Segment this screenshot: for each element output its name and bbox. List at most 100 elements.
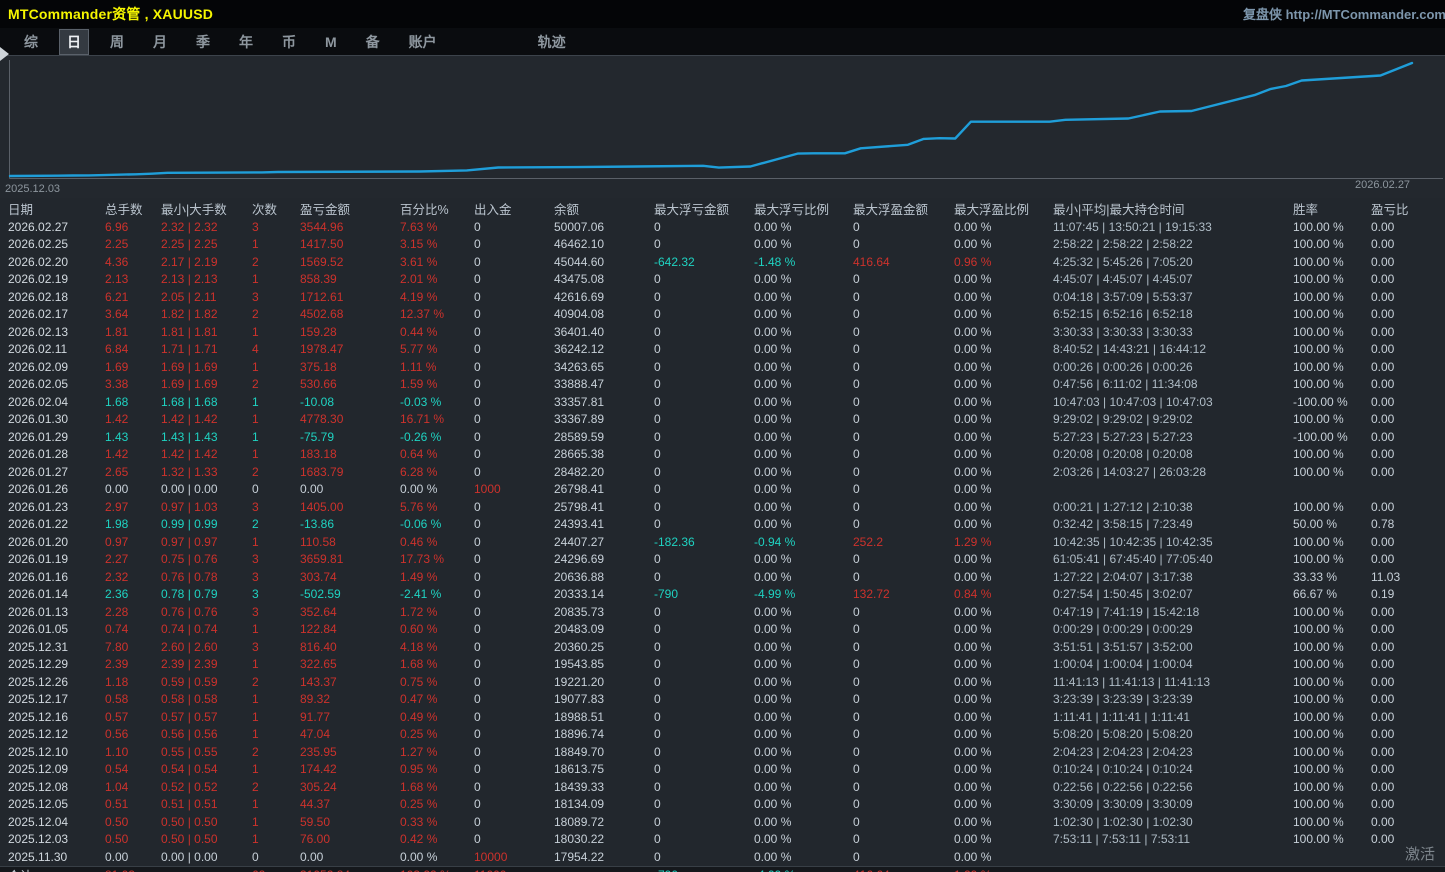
table-row[interactable]: 2025.12.08 1.04 0.52 | 0.52 2 305.24 1.68 % 0 1… bbox=[0, 778, 1445, 796]
table-row[interactable]: 2026.01.23 2.97 0.97 | 1.03 3 1405.00 5.76 % 0… bbox=[0, 498, 1445, 516]
column-header-6[interactable]: 出入金 bbox=[474, 199, 554, 218]
column-header-1[interactable]: 总手数 bbox=[105, 199, 161, 218]
table-row[interactable]: 2026.02.18 6.21 2.05 | 2.11 3 1712.61 4.19 % 0… bbox=[0, 288, 1445, 306]
menu-tab-月[interactable]: 月 bbox=[145, 29, 175, 55]
menu-tab-日[interactable]: 日 bbox=[59, 28, 89, 55]
menu-tab-账户[interactable]: 账户 bbox=[401, 29, 445, 55]
menu-tab-M[interactable]: M bbox=[317, 31, 345, 53]
table-row[interactable]: 2025.12.16 0.57 0.57 | 0.57 1 91.77 0.49 % 0 18… bbox=[0, 708, 1445, 726]
column-header-13[interactable]: 胜率 bbox=[1293, 199, 1371, 218]
cell-13: 100.00 % bbox=[1293, 674, 1344, 689]
cell-8: 0 bbox=[654, 429, 661, 444]
cell-2: 1.68 | 1.68 bbox=[161, 394, 218, 409]
table-row[interactable]: 2025.12.29 2.39 2.39 | 2.39 1 322.65 1.68 % 0 1… bbox=[0, 656, 1445, 674]
table-row[interactable]: 2026.01.28 1.42 1.42 | 1.42 1 183.18 0.64 % 0 2… bbox=[0, 446, 1445, 464]
table-row[interactable]: 2026.01.22 1.98 0.99 | 0.99 2 -13.86 -0.06 % 0… bbox=[0, 516, 1445, 534]
table-row[interactable]: 2026.02.04 1.68 1.68 | 1.68 1 -10.08 -0.03 % 0… bbox=[0, 393, 1445, 411]
cell-1: 3.64 bbox=[105, 307, 129, 322]
column-header-7[interactable]: 余额 bbox=[554, 199, 654, 218]
column-header-14[interactable]: 盈亏比 bbox=[1371, 199, 1443, 218]
table-row[interactable]: 2026.02.05 3.38 1.69 | 1.69 2 530.66 1.59 % 0 3… bbox=[0, 376, 1445, 394]
cell-3: 3 bbox=[252, 552, 259, 567]
menu-tab-综[interactable]: 综 bbox=[16, 29, 46, 55]
table-row[interactable]: 2026.01.05 0.74 0.74 | 0.74 1 122.84 0.60 % 0 2… bbox=[0, 621, 1445, 639]
table-row[interactable]: 2026.02.19 2.13 2.13 | 2.13 1 858.39 2.01 % 0 4… bbox=[0, 271, 1445, 289]
menu-tab-备[interactable]: 备 bbox=[358, 29, 388, 55]
table-row[interactable]: 2025.12.26 1.18 0.59 | 0.59 2 143.37 0.75 % 0 1… bbox=[0, 673, 1445, 691]
cell-2: 2.13 | 2.13 bbox=[161, 272, 218, 287]
table-row[interactable]: 2026.02.25 2.25 2.25 | 2.25 1 1417.50 3.15 % 0… bbox=[0, 236, 1445, 254]
panel-collapse-arrow-icon[interactable] bbox=[0, 47, 9, 61]
table-row[interactable]: 2025.12.03 0.50 0.50 | 0.50 1 76.00 0.42 % 0 18… bbox=[0, 831, 1445, 849]
menu-tab-周[interactable]: 周 bbox=[102, 29, 132, 55]
equity-chart bbox=[8, 60, 1443, 179]
table-row[interactable]: 2025.12.10 1.10 0.55 | 0.55 2 235.95 1.27 % 0 1… bbox=[0, 743, 1445, 761]
table-row[interactable]: 2025.12.09 0.54 0.54 | 0.54 1 174.42 0.95 % 0 1… bbox=[0, 761, 1445, 779]
table-row[interactable]: 2025.12.04 0.50 0.50 | 0.50 1 59.50 0.33 % 0 18… bbox=[0, 813, 1445, 831]
column-header-3[interactable]: 次数 bbox=[252, 199, 300, 218]
column-header-0[interactable]: 日期 bbox=[8, 199, 105, 218]
table-row[interactable]: 2026.02.13 1.81 1.81 | 1.81 1 159.28 0.44 % 0 3… bbox=[0, 323, 1445, 341]
table-row[interactable]: 2026.02.17 3.64 1.82 | 1.82 2 4502.68 12.37 %… bbox=[0, 306, 1445, 324]
menu-tab-年[interactable]: 年 bbox=[231, 29, 261, 55]
table-row[interactable]: 2026.02.27 6.96 2.32 | 2.32 3 3544.96 7.63 % 0… bbox=[0, 218, 1445, 236]
table-row[interactable]: 2026.01.26 0.00 0.00 | 0.00 0 0.00 0.00 % 1000… bbox=[0, 481, 1445, 499]
cell-10: 0 bbox=[853, 342, 860, 357]
menu-tab-季[interactable]: 季 bbox=[188, 29, 218, 55]
table-row[interactable]: 2026.01.14 2.36 0.78 | 0.79 3 -502.59 -2.41 %… bbox=[0, 586, 1445, 604]
menu-tab-轨迹[interactable]: 轨迹 bbox=[530, 29, 574, 55]
cell-11: 0.00 % bbox=[954, 832, 992, 847]
cell-9: 0.00 % bbox=[754, 219, 792, 234]
cell-3: 2 bbox=[252, 779, 259, 794]
cell-8: 0 bbox=[654, 324, 661, 339]
table-row[interactable]: 2026.01.30 1.42 1.42 | 1.42 1 4778.30 16.71 %… bbox=[0, 411, 1445, 429]
table-row[interactable]: 2026.02.09 1.69 1.69 | 1.69 1 375.18 1.11 % 0 3… bbox=[0, 358, 1445, 376]
cell-7: 20333.14 bbox=[554, 587, 605, 602]
table-row[interactable]: 2026.02.11 6.84 1.71 | 1.71 4 1978.47 5.77 % 0… bbox=[0, 341, 1445, 359]
table-row[interactable]: 2026.01.20 0.97 0.97 | 0.97 1 110.58 0.46 % 0 2… bbox=[0, 533, 1445, 551]
cell-5: 0.49 % bbox=[400, 709, 438, 724]
table-row[interactable]: 2025.12.17 0.58 0.58 | 0.58 1 89.32 0.47 % 0 19… bbox=[0, 691, 1445, 709]
table-row[interactable]: 2026.01.16 2.32 0.76 | 0.78 3 303.74 1.49 % 0 2… bbox=[0, 568, 1445, 586]
cell-2: 2.17 | 2.19 bbox=[161, 254, 218, 269]
cell-6: 0 bbox=[474, 219, 481, 234]
cell-8: 0 bbox=[654, 604, 661, 619]
brand-link[interactable]: 复盘侠 http://MTCommander.com bbox=[1243, 4, 1445, 24]
cell-11: 0.00 % bbox=[954, 219, 992, 234]
column-header-12[interactable]: 最小|平均|最大持仓时间 bbox=[1053, 199, 1293, 218]
column-header-5[interactable]: 百分比% bbox=[400, 199, 474, 218]
cell-13: -100.00 % bbox=[1293, 429, 1348, 444]
column-header-10[interactable]: 最大浮盈金额 bbox=[853, 199, 954, 218]
column-header-11[interactable]: 最大浮盈比例 bbox=[954, 199, 1053, 218]
cell-12: 8:40:52 | 14:43:21 | 16:44:12 bbox=[1053, 342, 1207, 357]
table-row[interactable]: 2026.01.27 2.65 1.32 | 1.33 2 1683.79 6.28 % 0… bbox=[0, 463, 1445, 481]
column-header-4[interactable]: 盈亏金额 bbox=[300, 199, 400, 218]
table-row[interactable]: 2026.01.13 2.28 0.76 | 0.76 3 352.64 1.72 % 0 2… bbox=[0, 603, 1445, 621]
cell-1: 6.84 bbox=[105, 342, 129, 357]
cell-9: 0.00 % bbox=[754, 762, 792, 777]
cell-6: 0 bbox=[474, 709, 481, 724]
cell-2: 0.74 | 0.74 bbox=[161, 622, 218, 637]
table-row[interactable]: 2025.12.31 7.80 2.60 | 2.60 3 816.40 4.18 % 0 2… bbox=[0, 638, 1445, 656]
column-header-8[interactable]: 最大浮亏金额 bbox=[654, 199, 754, 218]
cell-8: 0 bbox=[654, 272, 661, 287]
cell-13: 50.00 % bbox=[1293, 517, 1338, 532]
cell-8: 0 bbox=[654, 219, 661, 234]
table-row[interactable]: 2026.01.29 1.43 1.43 | 1.43 1 -75.79 -0.26 % 0… bbox=[0, 428, 1445, 446]
cell-5: 0.44 % bbox=[400, 324, 438, 339]
table-total-row[interactable]: 合计81.03 6231052.84103.22 %11000 -790-4.99 … bbox=[0, 865, 1445, 872]
table-row[interactable]: 2025.12.05 0.51 0.51 | 0.51 1 44.37 0.25 % 0 18… bbox=[0, 796, 1445, 814]
cell-5: 0.60 % bbox=[400, 622, 438, 637]
menu-tab-币[interactable]: 币 bbox=[274, 29, 304, 55]
table-row[interactable]: 2025.12.12 0.56 0.56 | 0.56 1 47.04 0.25 % 0 18… bbox=[0, 726, 1445, 744]
table-row[interactable]: 2026.02.20 4.36 2.17 | 2.19 2 1569.52 3.61 % 0… bbox=[0, 253, 1445, 271]
table-row[interactable]: 2025.11.30 0.00 0.00 | 0.00 0 0.00 0.00 % 1000… bbox=[0, 848, 1445, 866]
column-header-2[interactable]: 最小|大手数 bbox=[161, 199, 252, 218]
column-header-9[interactable]: 最大浮亏比例 bbox=[754, 199, 853, 218]
activate-watermark[interactable]: 激活 bbox=[1405, 843, 1435, 864]
table-row[interactable]: 2026.01.19 2.27 0.75 | 0.76 3 3659.81 17.73 %… bbox=[0, 551, 1445, 569]
cell-12: 11:41:13 | 11:41:13 | 11:41:13 bbox=[1053, 674, 1211, 689]
cell-7: 33888.47 bbox=[554, 377, 605, 392]
cell-13: 100.00 % bbox=[1293, 237, 1344, 252]
brand-link-text[interactable]: 复盘侠 http://MTCommander.com bbox=[1243, 7, 1445, 22]
